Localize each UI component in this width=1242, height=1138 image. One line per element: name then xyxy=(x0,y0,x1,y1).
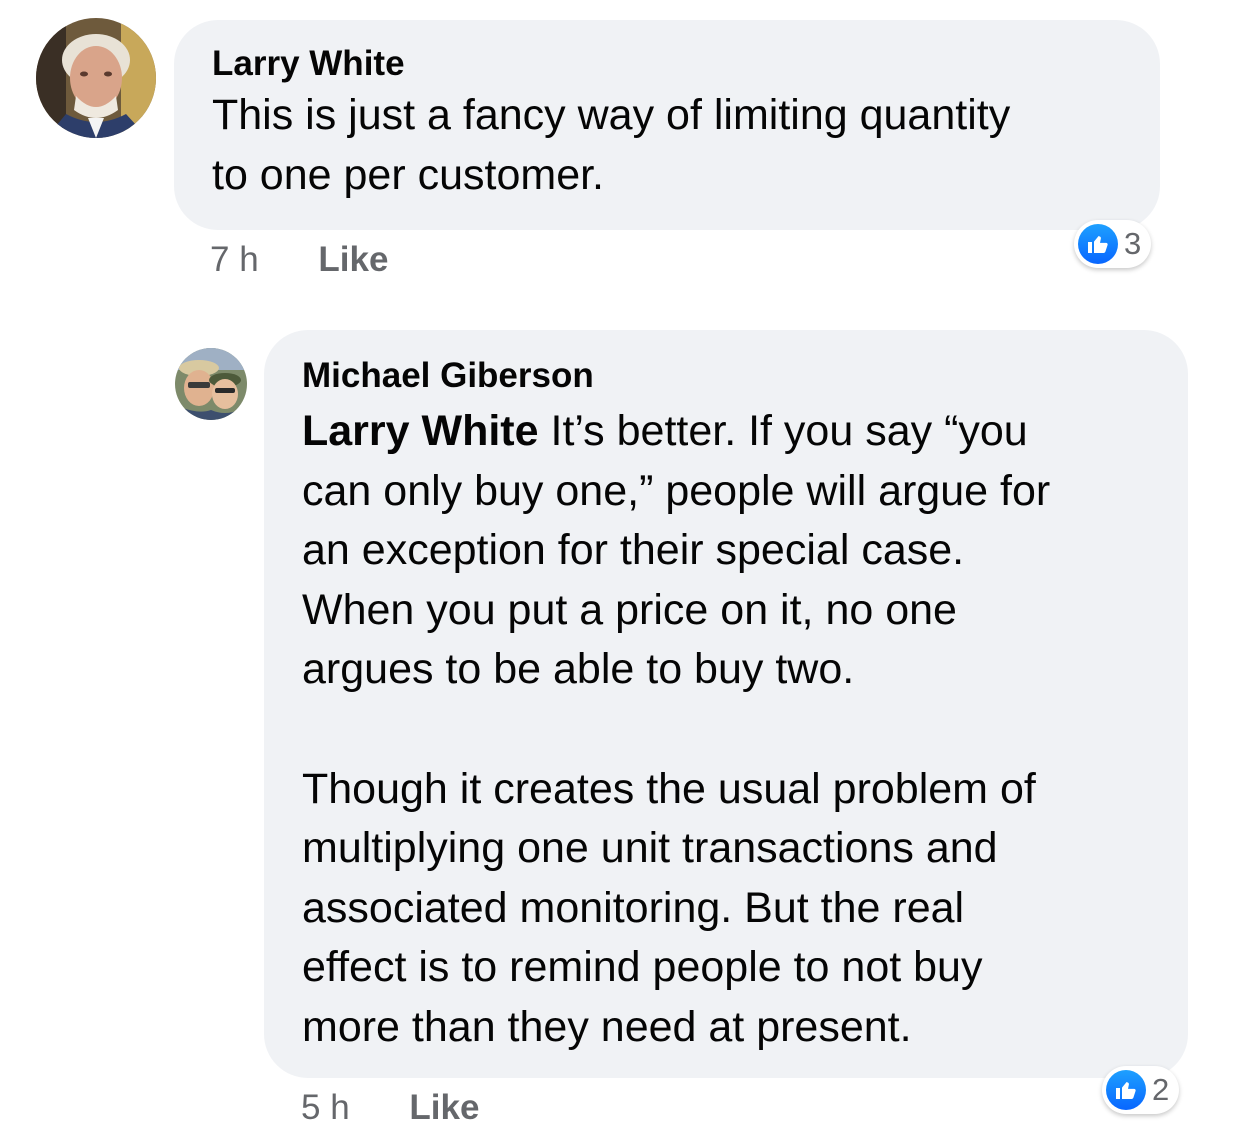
reaction-count: 3 xyxy=(1124,226,1142,261)
comment-meta: 7 h Like xyxy=(210,240,388,280)
comment-author[interactable]: Larry White xyxy=(212,44,1124,84)
comment-text: Larry White It’s better. If you say “you… xyxy=(302,402,1152,1058)
thumbs-up-icon xyxy=(1106,1070,1146,1110)
comment-meta: 5 h Like xyxy=(301,1088,479,1128)
like-button[interactable]: Like xyxy=(409,1088,479,1127)
comment-text: This is just a fancy way of limiting qua… xyxy=(212,91,1011,199)
profile-photo xyxy=(36,18,156,138)
comment-body: It’s better. If you say “you can only bu… xyxy=(302,407,1051,1051)
comment-timestamp[interactable]: 5 h xyxy=(301,1088,350,1127)
reaction-badge[interactable]: 3 xyxy=(1074,220,1152,268)
like-button[interactable]: Like xyxy=(318,240,388,279)
comment-timestamp[interactable]: 7 h xyxy=(210,240,259,279)
profile-photo xyxy=(175,348,247,420)
comment-author[interactable]: Michael Giberson xyxy=(302,356,1152,396)
reaction-count: 2 xyxy=(1152,1072,1170,1107)
comment-bubble: Larry White This is just a fancy way of … xyxy=(174,20,1160,230)
avatar-larry-white[interactable] xyxy=(36,18,156,138)
mention-link[interactable]: Larry White xyxy=(302,407,539,455)
avatar-michael-giberson[interactable] xyxy=(175,348,247,420)
thumbs-up-icon xyxy=(1078,224,1118,264)
reaction-badge[interactable]: 2 xyxy=(1102,1066,1180,1114)
comment-bubble: Michael Giberson Larry White It’s better… xyxy=(264,330,1188,1078)
